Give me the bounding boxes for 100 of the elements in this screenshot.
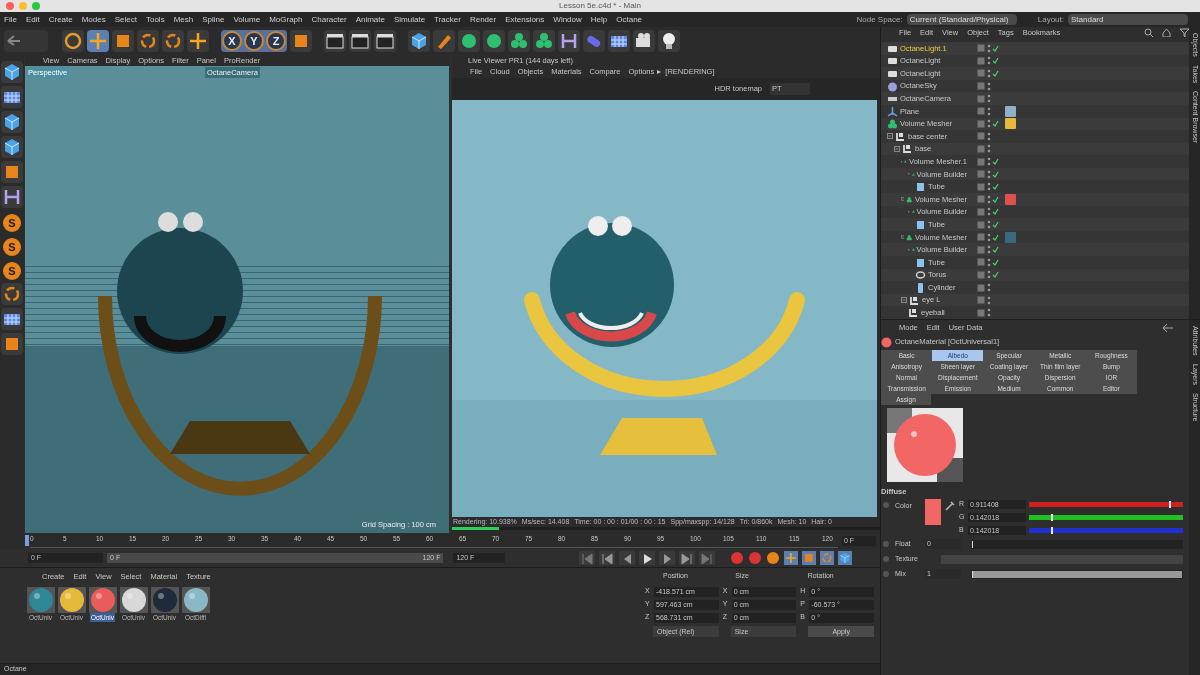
square-icon bbox=[802, 551, 816, 565]
rotate-tool-button[interactable] bbox=[162, 30, 184, 52]
cube-tool-button[interactable] bbox=[408, 30, 430, 52]
collapse-icon bbox=[901, 234, 905, 241]
menu-item[interactable]: Window bbox=[553, 13, 582, 26]
clapper-tool-button[interactable] bbox=[324, 30, 346, 52]
grid-tool-button[interactable] bbox=[608, 30, 630, 52]
collapse-icon bbox=[901, 297, 907, 304]
clapper-tool-button[interactable] bbox=[349, 30, 371, 52]
prev-frame-button[interactable] bbox=[618, 551, 635, 565]
cluster-tool-button[interactable] bbox=[533, 30, 555, 52]
bracket-tool-button[interactable] bbox=[558, 30, 580, 52]
plane-icon bbox=[887, 105, 898, 117]
menu-item[interactable]: Character bbox=[311, 13, 347, 26]
rotate-tool-button[interactable] bbox=[1, 283, 23, 305]
menu-item[interactable]: MoGraph bbox=[269, 13, 303, 26]
visibility-dots-icon bbox=[987, 157, 991, 167]
grid-tool-button[interactable] bbox=[1, 86, 23, 108]
visibility-dots-icon bbox=[987, 245, 991, 255]
crosshair-icon bbox=[784, 551, 798, 565]
menu-item[interactable]: Simulate bbox=[394, 13, 426, 26]
next-key-button[interactable] bbox=[678, 551, 695, 565]
rotate-tool-button[interactable] bbox=[137, 30, 159, 52]
menu-item[interactable]: Extensions bbox=[505, 13, 545, 26]
layout-dropdown[interactable]: Standard bbox=[1068, 14, 1188, 25]
visibility-dots-icon bbox=[987, 119, 991, 129]
eyedropper-icon bbox=[945, 501, 955, 512]
sphere-icon bbox=[887, 80, 898, 92]
ring-tool-button[interactable] bbox=[62, 30, 84, 52]
node-space-dropdown[interactable]: Current (Standard/Physical) bbox=[906, 14, 1017, 25]
rotate-icon bbox=[820, 551, 834, 565]
first-frame-button[interactable] bbox=[578, 551, 595, 565]
bracket-tool-button[interactable] bbox=[1, 186, 23, 208]
menu-item[interactable]: Edit bbox=[25, 13, 40, 26]
square-tool-button[interactable] bbox=[112, 30, 134, 52]
keyframe-button[interactable] bbox=[766, 551, 780, 565]
grid-tool-button[interactable] bbox=[1, 308, 23, 330]
visibility-dots-icon bbox=[987, 207, 991, 217]
record-button[interactable] bbox=[730, 551, 744, 565]
gem-tool-button[interactable] bbox=[483, 30, 505, 52]
clapper-tool-button[interactable] bbox=[374, 30, 396, 52]
cube-tool-button[interactable] bbox=[1, 61, 23, 83]
mesher-icon bbox=[887, 118, 898, 130]
slider-thumb[interactable] bbox=[1169, 500, 1172, 508]
crosshair-tool-button[interactable] bbox=[87, 30, 109, 52]
menu-item[interactable]: Mesh bbox=[173, 13, 194, 26]
menu-item[interactable]: Spline bbox=[202, 13, 225, 26]
window-title: Lesson 5e.c4d * - Main bbox=[559, 0, 641, 12]
cube-tool-button[interactable] bbox=[1, 136, 23, 158]
menu-item[interactable]: Tracker bbox=[434, 13, 461, 26]
menu-item[interactable]: Create bbox=[48, 13, 73, 26]
channel-slider[interactable] bbox=[1029, 514, 1183, 520]
square-tool-button[interactable] bbox=[1, 333, 23, 355]
side-tool-button[interactable]: S bbox=[3, 214, 21, 232]
cube-icon bbox=[838, 551, 852, 565]
null-icon bbox=[895, 130, 906, 142]
channel-slider[interactable] bbox=[1029, 527, 1183, 533]
gem-tool-button[interactable] bbox=[458, 30, 480, 52]
axis-lock-button[interactable]: Y bbox=[244, 31, 264, 51]
search-icon bbox=[1144, 28, 1153, 38]
prev-key-button[interactable] bbox=[598, 551, 615, 565]
slider-thumb[interactable] bbox=[1050, 526, 1053, 534]
side-tool-button[interactable]: S bbox=[3, 238, 21, 256]
cube-tool-button[interactable] bbox=[1, 111, 23, 133]
next-frame-button[interactable] bbox=[658, 551, 675, 565]
channel-slider[interactable] bbox=[1029, 501, 1183, 507]
square-tool-button[interactable] bbox=[1, 161, 23, 183]
torus-icon bbox=[915, 269, 926, 281]
color-swatch[interactable] bbox=[925, 499, 941, 526]
menu-item[interactable]: Animate bbox=[355, 13, 385, 26]
axis-lock-button[interactable]: Z bbox=[266, 31, 286, 51]
undo-button[interactable] bbox=[4, 30, 48, 52]
visibility-dots-icon bbox=[987, 56, 991, 66]
cluster-tool-button[interactable] bbox=[508, 30, 530, 52]
crosshair-tool-button[interactable] bbox=[187, 30, 209, 52]
menu-item[interactable]: Modes bbox=[81, 13, 106, 26]
menu-item[interactable]: Volume bbox=[233, 13, 261, 26]
menu-item[interactable]: Octane bbox=[616, 13, 643, 26]
parameter-slider[interactable] bbox=[972, 570, 1182, 578]
collapse-icon bbox=[901, 196, 905, 203]
null-icon bbox=[908, 307, 919, 319]
ring-icon bbox=[62, 30, 84, 52]
menu-item[interactable]: Select bbox=[114, 13, 137, 26]
play-button[interactable] bbox=[638, 551, 655, 565]
slider-thumb[interactable] bbox=[1050, 513, 1053, 521]
menu-item[interactable]: Help bbox=[590, 13, 608, 26]
square-tool-button[interactable] bbox=[290, 30, 312, 52]
axis-lock-button[interactable]: X bbox=[222, 31, 242, 51]
last-frame-button[interactable] bbox=[698, 551, 715, 565]
visibility-dots-icon bbox=[987, 81, 991, 91]
bulb-tool-button[interactable] bbox=[658, 30, 680, 52]
side-tool-button[interactable]: S bbox=[3, 262, 21, 280]
camera-tool-button[interactable] bbox=[633, 30, 655, 52]
visibility-dots-icon bbox=[987, 131, 991, 141]
autokey-button[interactable] bbox=[748, 551, 762, 565]
visibility-dots-icon bbox=[987, 182, 991, 192]
menu-item[interactable]: File bbox=[4, 13, 17, 26]
menu-item[interactable]: Tools bbox=[145, 13, 165, 26]
pen-tool-button[interactable] bbox=[433, 30, 455, 52]
menu-item[interactable]: Render bbox=[469, 13, 497, 26]
